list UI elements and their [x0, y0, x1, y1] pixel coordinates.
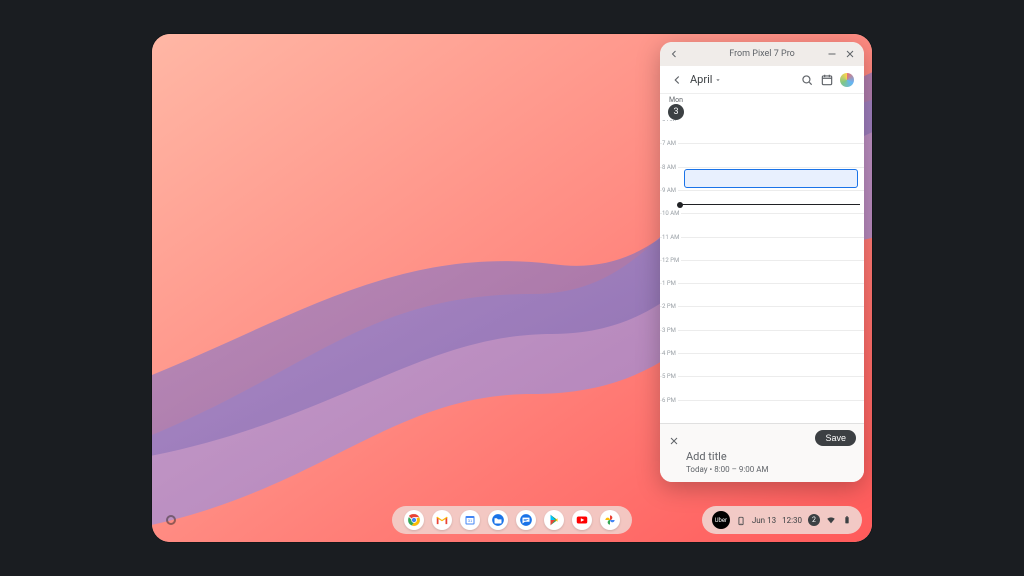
shelf-pinned-apps: 31: [392, 506, 632, 534]
hour-row[interactable]: 1 PM: [660, 283, 864, 306]
phone-icon[interactable]: [736, 511, 746, 530]
hour-row[interactable]: 10 AM: [660, 213, 864, 236]
new-event-block[interactable]: [684, 169, 858, 188]
window-titlebar[interactable]: From Pixel 7 Pro: [660, 42, 864, 66]
notification-badge[interactable]: 2: [808, 514, 820, 526]
hour-row[interactable]: 6 AM: [660, 120, 864, 143]
hour-row[interactable]: 5 PM: [660, 376, 864, 399]
hour-row[interactable]: 11 AM: [660, 237, 864, 260]
event-title-input[interactable]: Add title: [686, 450, 856, 463]
today-icon[interactable]: [820, 73, 834, 87]
hour-row[interactable]: 7 AM: [660, 143, 864, 166]
app-files[interactable]: [488, 510, 508, 530]
app-play-store[interactable]: [544, 510, 564, 530]
nav-back-icon[interactable]: [670, 73, 684, 87]
hour-row[interactable]: 2 PM: [660, 306, 864, 329]
hour-row[interactable]: 12 PM: [660, 260, 864, 283]
save-button[interactable]: Save: [815, 430, 856, 446]
day-of-week-label: Mon: [666, 96, 686, 104]
app-youtube[interactable]: [572, 510, 592, 530]
event-time-label[interactable]: Today • 8:00 – 9:00 AM: [686, 465, 856, 474]
shelf-time[interactable]: 12:30: [782, 516, 802, 525]
hour-row[interactable]: 3 PM: [660, 330, 864, 353]
calendar-app-header: April: [660, 66, 864, 94]
phone-stream-window: From Pixel 7 Pro April: [660, 42, 864, 482]
current-time-indicator: [682, 204, 860, 205]
uber-app-indicator[interactable]: Uber: [712, 511, 730, 529]
app-gmail[interactable]: [432, 510, 452, 530]
svg-text:31: 31: [468, 518, 473, 523]
status-tray[interactable]: Uber Jun 13 12:30 2: [702, 506, 862, 534]
account-avatar[interactable]: [840, 73, 854, 87]
month-picker[interactable]: April: [690, 73, 722, 86]
network-status[interactable]: [826, 515, 836, 525]
launcher-button[interactable]: [166, 515, 176, 525]
dismiss-icon[interactable]: [668, 432, 680, 444]
battery-icon[interactable]: [842, 515, 852, 525]
hour-row[interactable]: 6 PM: [660, 400, 864, 423]
app-calendar[interactable]: 31: [460, 510, 480, 530]
app-messages[interactable]: [516, 510, 536, 530]
back-icon[interactable]: [668, 48, 680, 60]
close-icon[interactable]: [844, 48, 856, 60]
shelf: 31 Uber Jun 13: [162, 506, 862, 534]
chromeos-desktop: From Pixel 7 Pro April: [152, 34, 872, 542]
day-header: Mon 3: [660, 94, 864, 120]
shelf-date[interactable]: Jun 13: [752, 516, 776, 525]
minimize-icon[interactable]: [826, 48, 838, 60]
hour-row[interactable]: 9 AM: [660, 190, 864, 213]
app-chrome[interactable]: [404, 510, 424, 530]
search-icon[interactable]: [800, 73, 814, 87]
hour-label: 6 AM: [662, 120, 678, 123]
quick-add-sheet: Save Add title Today • 8:00 – 9:00 AM: [660, 423, 864, 482]
day-timeline[interactable]: 6 PM5 PM4 PM3 PM2 PM1 PM12 PM11 AM10 AM9…: [660, 120, 864, 423]
app-photos[interactable]: [600, 510, 620, 530]
hour-row[interactable]: 4 PM: [660, 353, 864, 376]
day-number-badge[interactable]: 3: [668, 104, 684, 120]
